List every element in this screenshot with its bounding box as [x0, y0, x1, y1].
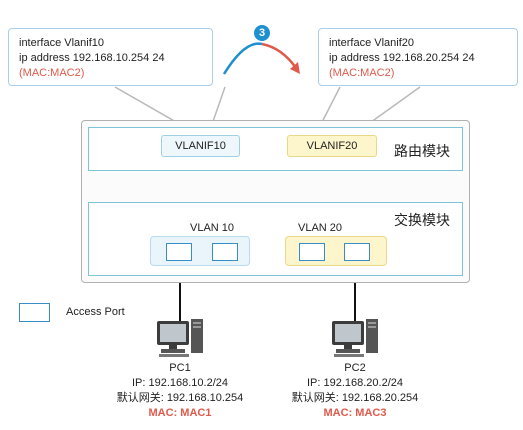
route-arrow-icon: [222, 42, 263, 75]
callout-line: ip address 192.168.20.254 24: [329, 52, 475, 64]
pc1-ip: IP: 192.168.10.2/24: [131, 377, 229, 389]
route-arrow-icon: [261, 42, 298, 69]
pc2-info: PC2 IP: 192.168.20.2/24 默认网关: 192.168.20…: [275, 361, 435, 421]
pc2-ip: IP: 192.168.20.2/24: [306, 377, 404, 389]
vlan10-label: VLAN 10: [190, 222, 235, 234]
vlan10-group: [150, 236, 250, 266]
routing-module: 路由模块: [88, 127, 463, 171]
access-port: [344, 243, 370, 261]
switching-module: 交换模块: [88, 202, 463, 276]
pc1-name: PC1: [169, 362, 191, 374]
callout-line: ip address 192.168.10.254 24: [19, 52, 165, 64]
vlanif10-box: VLANIF10: [161, 135, 240, 157]
pc2-name: PC2: [344, 362, 366, 374]
switching-module-label: 交换模块: [394, 212, 450, 228]
routing-module-label: 路由模块: [394, 143, 450, 159]
vlanif20-box: VLANIF20: [287, 135, 377, 157]
vlanif20-config-callout: interface Vlanif20 ip address 192.168.20…: [318, 28, 518, 86]
pc-icon: [332, 319, 378, 357]
vlan20-label: VLAN 20: [298, 222, 343, 234]
vlanif10-config-callout: interface Vlanif10 ip address 192.168.10…: [8, 28, 213, 86]
pc1-info: PC1 IP: 192.168.10.2/24 默认网关: 192.168.10…: [100, 361, 260, 421]
step-badge-3: 3: [254, 25, 270, 41]
callout-mac: (MAC:MAC2): [329, 67, 395, 79]
access-port: [212, 243, 238, 261]
pc1-gateway: 默认网关: 192.168.10.254: [116, 392, 244, 404]
callout-line: interface Vlanif20: [329, 37, 414, 49]
access-port-legend-label: Access Port: [66, 306, 125, 318]
callout-mac: (MAC:MAC2): [19, 67, 85, 79]
pc1-mac: MAC: MAC1: [148, 407, 212, 419]
pc-icon: [157, 319, 203, 357]
access-port: [166, 243, 192, 261]
access-port: [299, 243, 325, 261]
switch-device: 路由模块 交换模块: [81, 120, 470, 283]
pc2-mac: MAC: MAC3: [323, 407, 387, 419]
vlan20-group: [285, 236, 387, 266]
callout-line: interface Vlanif10: [19, 37, 104, 49]
pc2-gateway: 默认网关: 192.168.20.254: [291, 392, 419, 404]
access-port-legend-icon: [19, 303, 50, 322]
